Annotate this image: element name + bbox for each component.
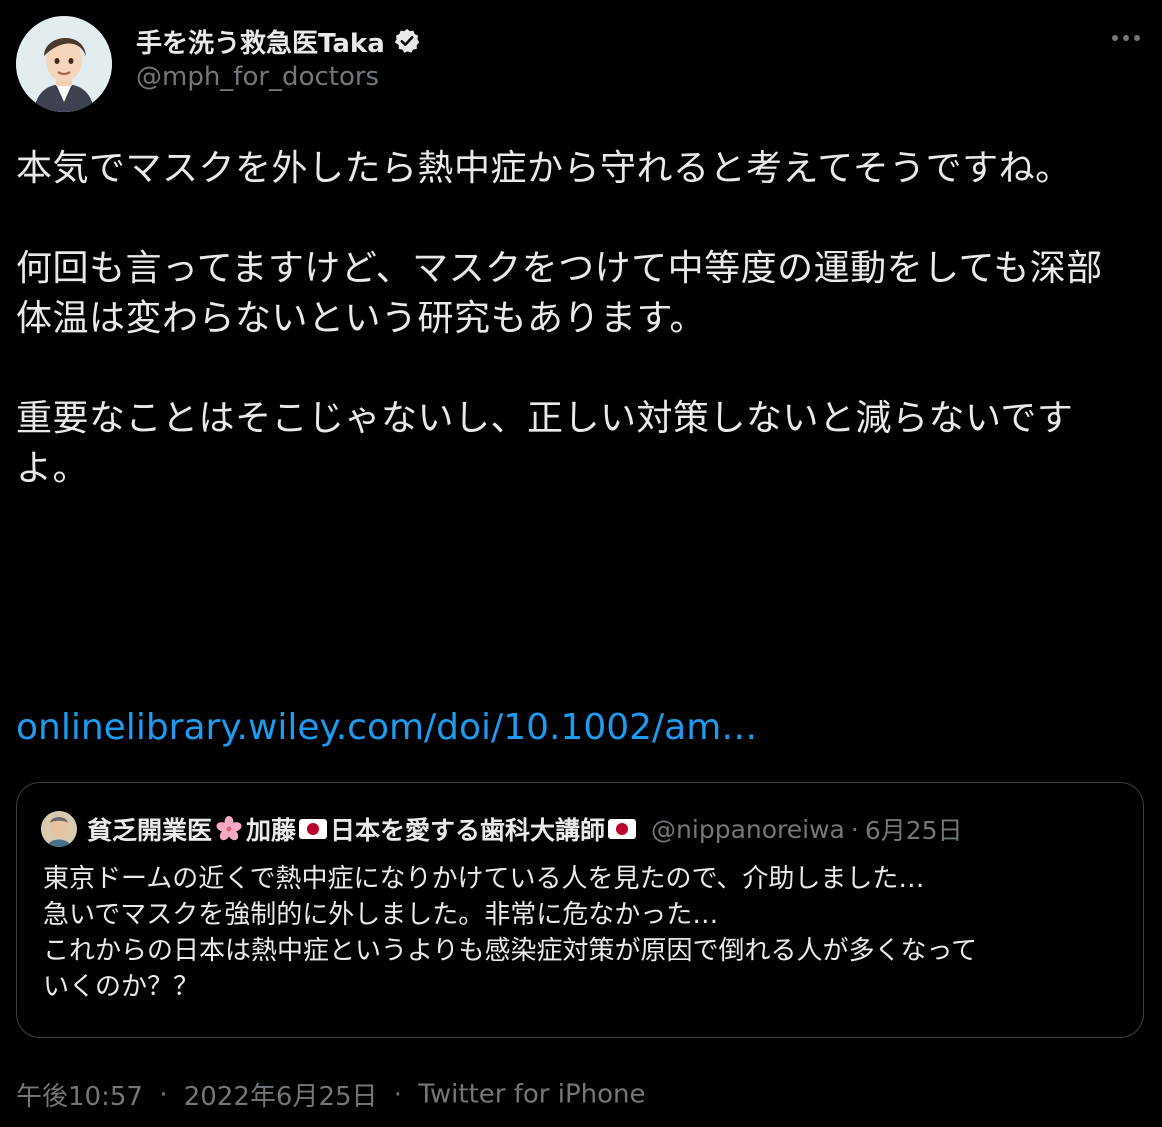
quoted-author-avatar [41, 811, 77, 847]
verified-badge-icon [393, 27, 421, 55]
separator-dot: · [393, 1079, 403, 1110]
quoted-author-name-part: 日本を愛する歯科大講師 [330, 816, 606, 845]
quoted-tweet[interactable]: 貧乏開業医 加藤 日本を愛する歯科大講師 @nippanoreiwa · 6月2… [16, 782, 1144, 1038]
tweet-paragraph: 何回も言ってますけど、マスクをつけて中等度の運動をしても深部体温は変わらないとい… [16, 248, 1103, 339]
quoted-author-name-part: 加藤 [246, 816, 297, 845]
tweet-paragraph: 重要なことはそこじゃないし、正しい対策しないと減らないですよ。 [16, 398, 1074, 489]
author-display-name[interactable]: 手を洗う救急医Taka [136, 23, 385, 60]
quoted-author-name-part: 貧乏開業医 [87, 816, 213, 845]
quoted-author-handle[interactable]: @nippanoreiwa [651, 815, 845, 844]
tweet-date[interactable]: 2022年6月25日 [184, 1082, 378, 1112]
display-name-row: 手を洗う救急医Taka [136, 23, 421, 60]
quoted-tweet-line: 急いでマスクを強制的に外しました。非常に危なかった… [43, 900, 719, 930]
quoted-tweet-header: 貧乏開業医 加藤 日本を愛する歯科大講師 @nippanoreiwa · 6月2… [41, 811, 963, 847]
author-handle[interactable]: @mph_for_doctors [136, 62, 421, 92]
quoted-tweet-text: 東京ドームの近くで熱中症になりかけている人を見たので、介助しました… 急いでマス… [43, 861, 1123, 1005]
quoted-tweet-line: いくのか？？ [43, 972, 200, 1002]
quoted-tweet-line: これからの日本は熱中症というよりも感染症対策が原因で倒れる人が多くなって [43, 936, 978, 966]
tweet-time[interactable]: 午後10:57 [16, 1082, 143, 1112]
separator-dot: · [850, 814, 859, 844]
author-info: 手を洗う救急医Taka @mph_for_doctors [136, 24, 421, 92]
separator-dot: · [159, 1079, 168, 1110]
tweet-text: 本気でマスクを外したら熱中症から守れると考えてそうですね。 何回も言ってますけど… [16, 144, 1134, 544]
quoted-tweet-date[interactable]: 6月25日 [865, 811, 963, 847]
more-icon[interactable] [1110, 26, 1142, 50]
tweet-source[interactable]: Twitter for iPhone [418, 1080, 645, 1110]
quoted-tweet-line: 東京ドームの近くで熱中症になりかけている人を見たので、介助しました… [43, 864, 925, 894]
tweet-header: 手を洗う救急医Taka @mph_for_doctors [16, 16, 1146, 112]
tweet-meta: 午後10:57 · 2022年6月25日 · Twitter for iPhon… [16, 1076, 646, 1113]
japan-flag-icon [607, 816, 637, 842]
quoted-author-name[interactable]: 貧乏開業医 加藤 日本を愛する歯科大講師 [87, 811, 639, 847]
author-avatar[interactable] [16, 16, 112, 112]
tweet-paragraph: 本気でマスクを外したら熱中症から守れると考えてそうですね。 [16, 148, 1072, 189]
cherry-blossom-icon [214, 816, 244, 842]
tweet-link[interactable]: onlinelibrary.wiley.com/doi/10.1002/am… [16, 703, 757, 753]
japan-flag-icon [298, 816, 328, 842]
